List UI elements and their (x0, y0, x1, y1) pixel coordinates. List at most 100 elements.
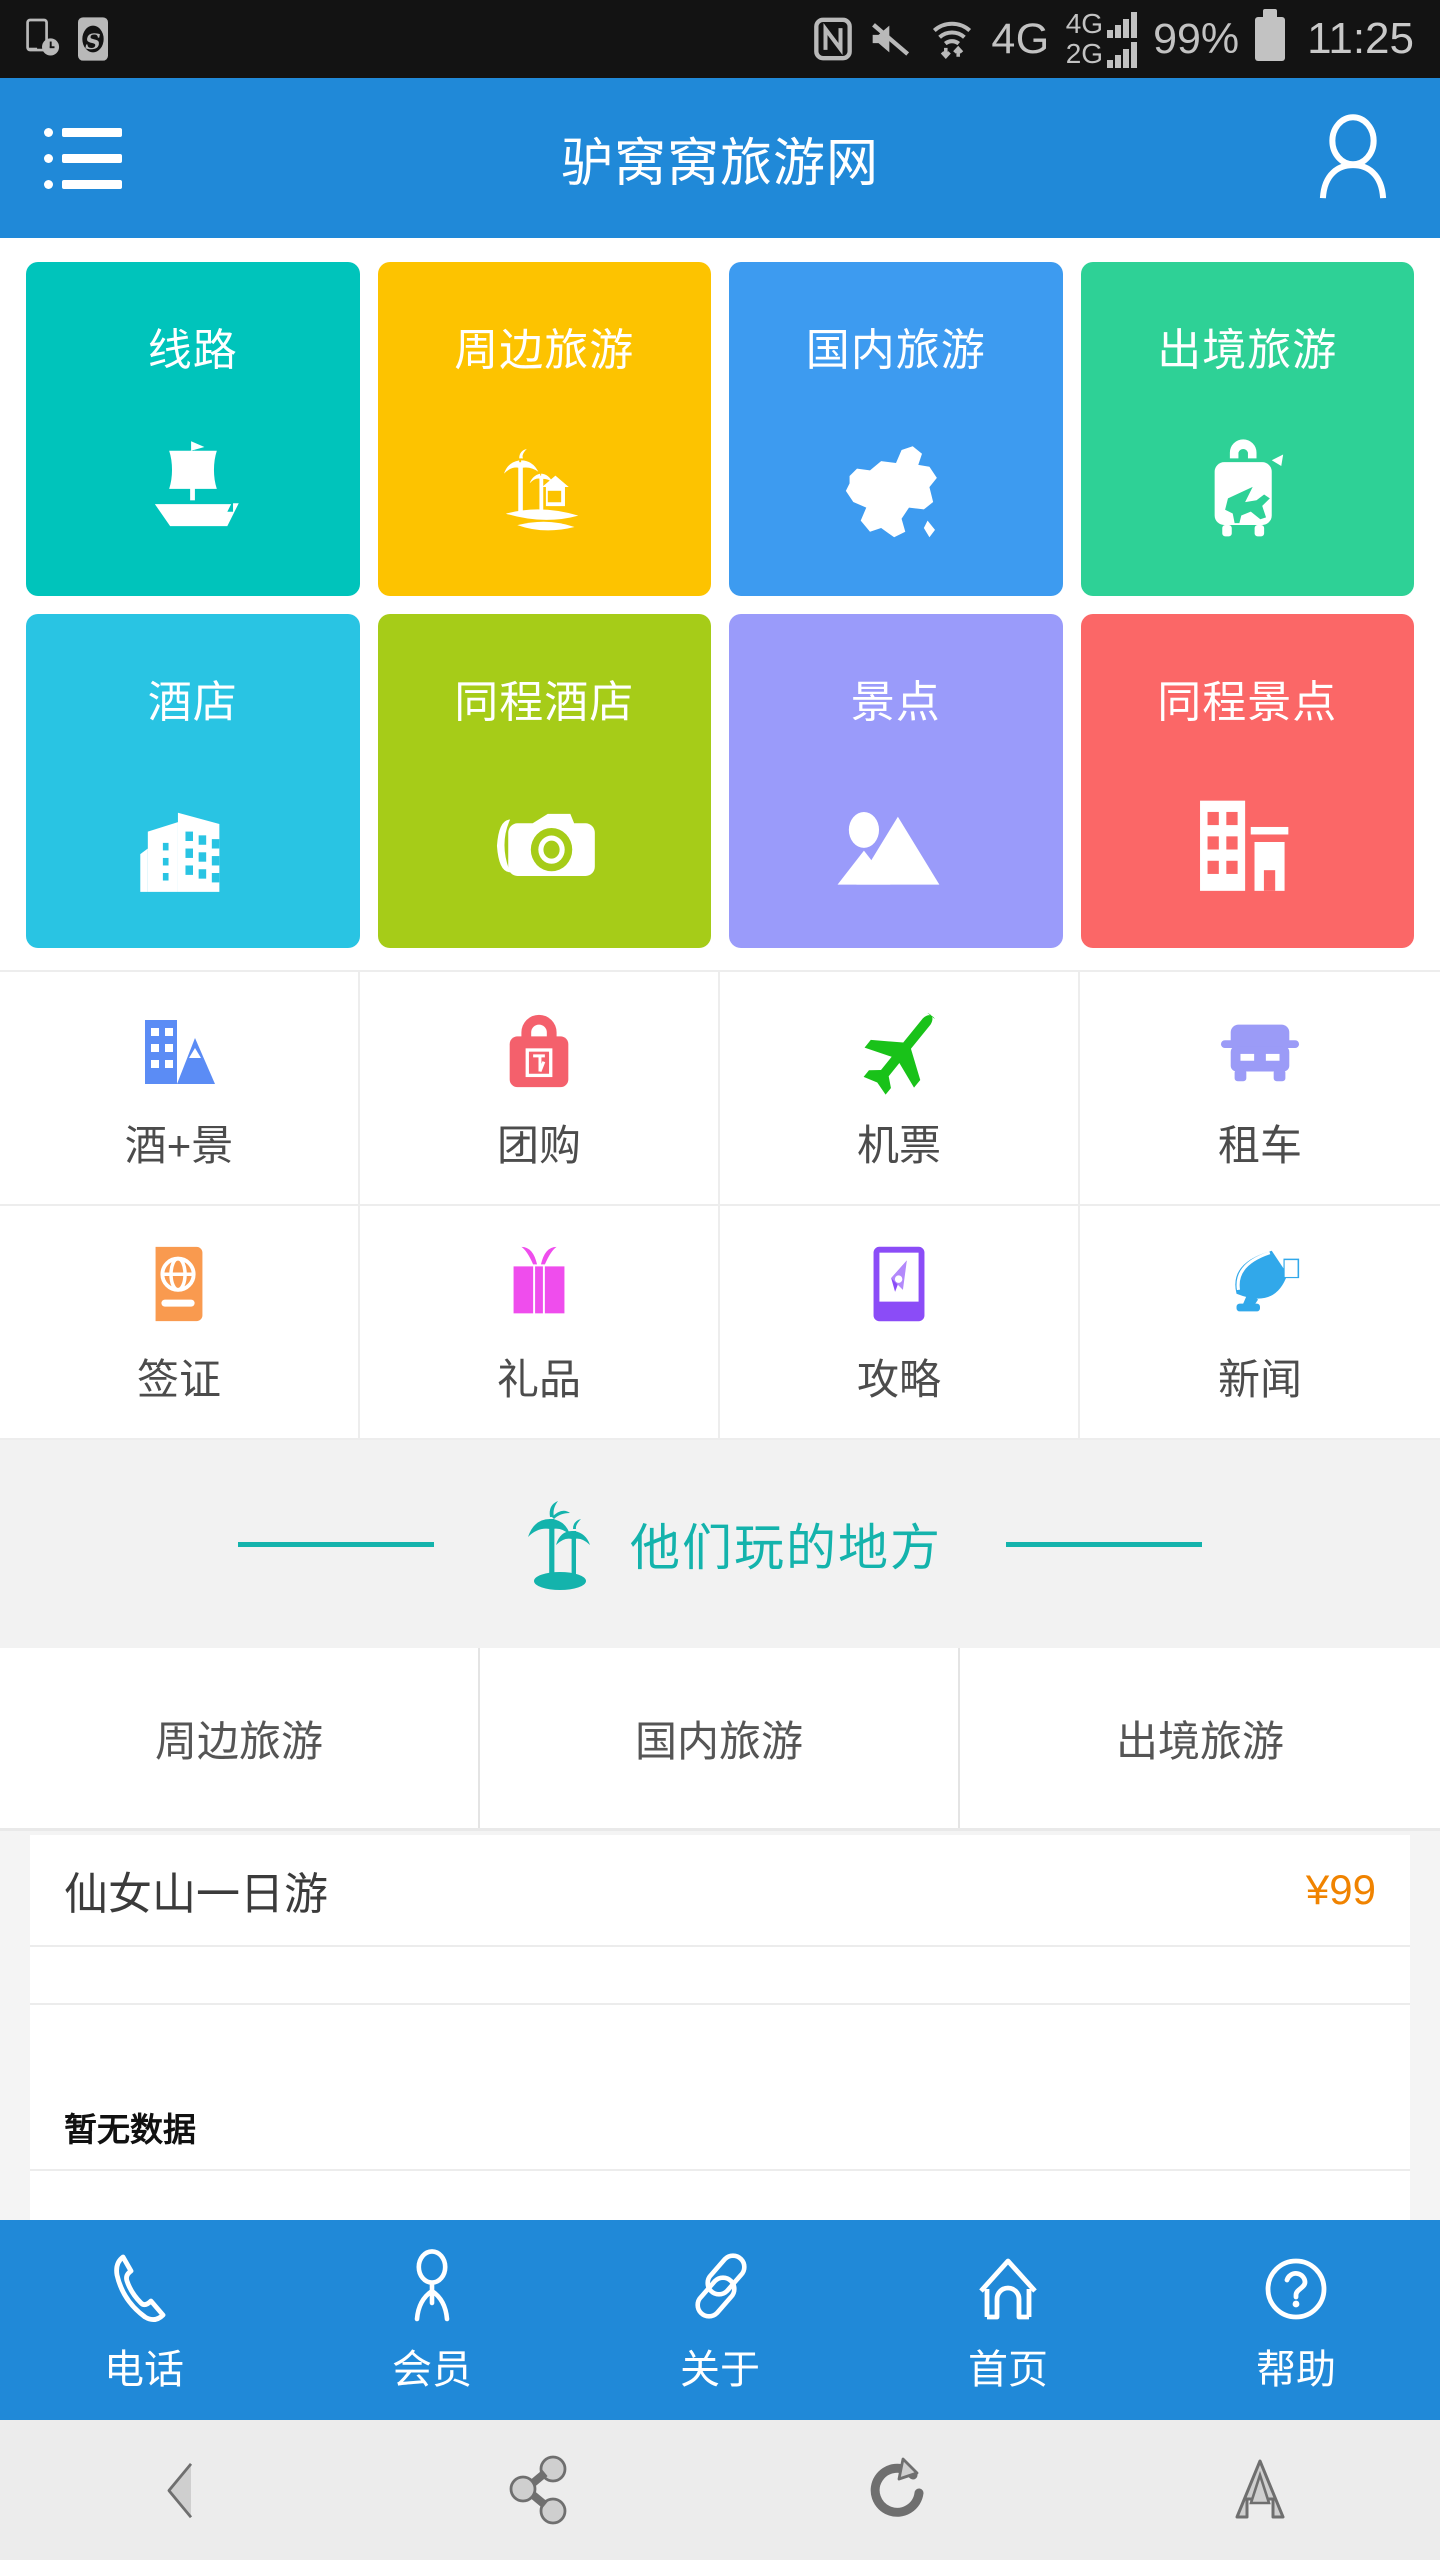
list-item[interactable]: 仙女山一日游 ¥99 (30, 1835, 1410, 1947)
tile-hotel[interactable]: 酒店 (26, 614, 360, 948)
empty-state-text: 暂无数据 (64, 2111, 196, 2148)
quick-item-label: 机票 (856, 1121, 941, 1169)
sim1-bars-icon (1107, 12, 1138, 38)
battery-percent: 99% (1153, 14, 1240, 63)
quick-item-hotel-attraction[interactable]: 酒+景 (0, 972, 360, 1206)
quick-item-label: 酒+景 (124, 1121, 234, 1169)
quick-item-label: 攻略 (856, 1355, 941, 1403)
bottom-nav-label: 电话 (104, 2348, 184, 2392)
tab-outbound-travel[interactable]: 出境旅游 (960, 1648, 1440, 1828)
shopping-bag-tuan-icon (496, 1004, 582, 1096)
tile-tongcheng-hotel[interactable]: 同程酒店 (377, 614, 711, 948)
status-bar-right-icons: 4G 4G 2G 99% 11:25 (813, 9, 1414, 68)
menu-line (44, 179, 122, 189)
bottom-nav-label: 关于 (680, 2348, 760, 2392)
tile-label: 酒店 (147, 678, 238, 727)
tile-line[interactable]: 线路 (26, 262, 360, 596)
sim2-bars-icon (1107, 42, 1138, 68)
quick-item-label: 礼品 (496, 1355, 581, 1403)
compass-guide-icon (857, 1238, 941, 1330)
hotel-building-icon (1081, 784, 1415, 900)
quick-item-gift[interactable]: 礼品 (360, 1206, 720, 1440)
palm-tree-icon (512, 1491, 608, 1597)
bottom-nav-member[interactable]: 会员 (288, 2245, 576, 2395)
quick-item-group-buy[interactable]: 团购 (360, 972, 720, 1206)
tab-domestic-travel[interactable]: 国内旅游 (480, 1648, 960, 1828)
building-mountain-icon (133, 1004, 225, 1096)
travel-type-tabs: 周边旅游 国内旅游 出境旅游 (0, 1648, 1440, 1831)
bottom-nav-label: 会员 (392, 2348, 472, 2392)
divider-line-right (1006, 1541, 1202, 1547)
link-chain-icon (689, 2245, 751, 2323)
island-palm-house-icon (378, 426, 712, 548)
refresh-icon[interactable] (865, 2451, 935, 2529)
divider-line-left (238, 1541, 434, 1547)
member-person-icon (401, 2245, 463, 2323)
list-menu-icon[interactable] (44, 127, 122, 189)
quick-item-visa[interactable]: 签证 (0, 1206, 360, 1440)
tile-tongcheng-attraction[interactable]: 同程景点 (1080, 614, 1415, 948)
bottom-nav-about[interactable]: 关于 (576, 2245, 864, 2395)
list-item-title: 仙女山一日游 (64, 1870, 328, 1919)
airplane-icon (853, 1004, 945, 1096)
status-bar-left-icons: S (26, 17, 108, 61)
tile-label: 国内旅游 (805, 326, 986, 375)
network-type-label: 4G (991, 14, 1050, 63)
tab-nearby-travel[interactable]: 周边旅游 (0, 1648, 480, 1828)
wifi-transfer-icon (933, 21, 972, 59)
system-navigation-bar (0, 2420, 1440, 2560)
page-title: 驴窝窝旅游网 (560, 134, 879, 193)
bottom-nav-phone[interactable]: 电话 (0, 2245, 288, 2395)
menu-line (44, 153, 122, 163)
tile-attraction[interactable]: 景点 (729, 614, 1063, 948)
back-chevron-icon[interactable] (145, 2451, 215, 2529)
bottom-nav-home[interactable]: 首页 (864, 2245, 1152, 2395)
bottom-nav-label: 帮助 (1256, 2348, 1336, 2392)
car-van-icon (1213, 1004, 1307, 1096)
tile-nearby-travel[interactable]: 周边旅游 (377, 262, 712, 596)
phone-icon (111, 2245, 177, 2323)
nfc-icon (814, 17, 853, 61)
tile-label: 景点 (850, 678, 941, 727)
section-title: 他们玩的地方 (630, 1520, 942, 1576)
app-screen: S 4G 4G 2G 99% 11:25 驴窝窝旅游网 线路 周边旅游 国内旅游… (0, 0, 1440, 2560)
quick-item-label: 团购 (496, 1121, 581, 1169)
buildings-icon (26, 782, 360, 900)
category-tile-grid: 线路 周边旅游 国内旅游 出境旅游 酒店 同程酒店 景点 同程景点 (0, 238, 1440, 970)
bottom-navigation: 电话 会员 关于 首页 帮助 (0, 2220, 1440, 2420)
mute-icon (872, 23, 910, 56)
app-header: 驴窝窝旅游网 (0, 78, 1440, 238)
quick-item-car-rental[interactable]: 租车 (1080, 972, 1440, 1206)
suitcase-plane-icon (1081, 422, 1415, 548)
tile-label: 出境旅游 (1157, 326, 1338, 375)
quick-item-label: 租车 (1217, 1121, 1302, 1169)
tile-label: 同程景点 (1157, 678, 1338, 727)
user-account-icon[interactable] (1310, 112, 1396, 204)
quick-item-guide[interactable]: 攻略 (720, 1206, 1080, 1440)
mountain-landscape-icon (729, 790, 1063, 900)
share-icon[interactable] (503, 2451, 577, 2529)
sim2-row: 2G (1066, 40, 1138, 68)
list-item-price: ¥99 (1305, 1866, 1376, 1913)
list-item-spacer (30, 1947, 1410, 2005)
menu-line (44, 127, 122, 137)
section-divider: 他们玩的地方 (0, 1440, 1440, 1648)
tile-outbound-travel[interactable]: 出境旅游 (1080, 262, 1415, 596)
quick-item-flight[interactable]: 机票 (720, 972, 1080, 1206)
quick-action-grid: 酒+景 团购 机票 租车 签证 礼品 攻略 新闻 (0, 970, 1440, 1440)
tile-domestic-travel[interactable]: 国内旅游 (729, 262, 1063, 596)
quick-item-label: 签证 (136, 1355, 221, 1403)
travel-product-list: 仙女山一日游 ¥99 暂无数据 (0, 1831, 1440, 2229)
tile-label: 线路 (147, 326, 238, 375)
passport-globe-icon (138, 1238, 220, 1330)
china-map-icon (729, 430, 1063, 548)
quick-item-news[interactable]: 新闻 (1080, 1206, 1440, 1440)
sim1-row: 4G (1066, 10, 1138, 38)
bottom-nav-help[interactable]: 帮助 (1152, 2245, 1440, 2395)
satellite-dish-icon (1212, 1238, 1308, 1330)
home-house-icon[interactable] (1225, 2451, 1295, 2529)
gift-box-icon (495, 1238, 583, 1330)
s-badge-icon: S (78, 17, 108, 61)
tile-label: 同程酒店 (454, 678, 635, 727)
tile-label: 周边旅游 (454, 326, 635, 375)
